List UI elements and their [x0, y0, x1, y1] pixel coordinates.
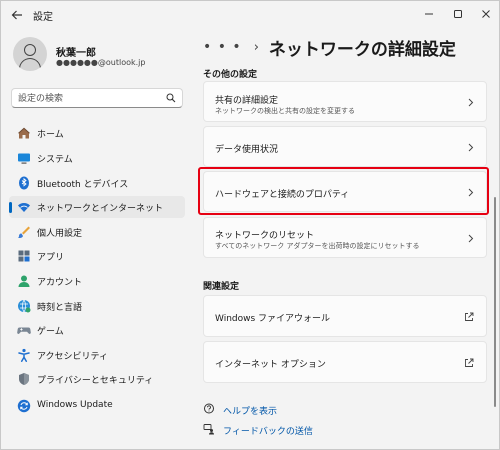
- section-title-other: その他の設定: [203, 70, 258, 80]
- sidebar-item-home[interactable]: ホーム: [9, 122, 185, 144]
- title-bar: 設定: [1, 1, 500, 29]
- avatar[interactable]: [13, 37, 47, 71]
- chevron-right-icon: [468, 188, 474, 197]
- internet-options-card[interactable]: インターネット オプション: [203, 341, 487, 383]
- card-subtitle: ネットワークの検出と共有の設定を変更する: [215, 107, 355, 115]
- sidebar-item-label: ネットワークとインターネット: [37, 204, 164, 214]
- external-link-icon: [465, 312, 474, 321]
- account-icon: [18, 275, 30, 287]
- maximize-button[interactable]: [447, 5, 469, 23]
- advanced-sharing-card[interactable]: 共有の詳細設定 ネットワークの検出と共有の設定を変更する: [203, 81, 487, 122]
- sidebar-item-label: システム: [37, 155, 73, 165]
- system-icon: [18, 153, 30, 164]
- help-link-label[interactable]: ヘルプを表示: [223, 404, 277, 417]
- sidebar-item-time-language[interactable]: 時刻と言語: [9, 295, 185, 317]
- brush-icon: [18, 226, 30, 239]
- sidebar-item-windows-update[interactable]: Windows Update: [9, 395, 185, 417]
- sidebar-item-label: アプリ: [37, 253, 65, 263]
- breadcrumb-more-button[interactable]: • • •: [203, 39, 242, 55]
- home-icon: [18, 127, 30, 139]
- back-arrow-icon: [11, 10, 22, 20]
- data-usage-card[interactable]: データ使用状況: [203, 126, 487, 167]
- search-box[interactable]: [11, 88, 183, 108]
- feedback-icon: [203, 424, 214, 435]
- sidebar-item-privacy-security[interactable]: プライバシーとセキュリティ: [9, 368, 185, 390]
- page-title: ネットワークの詳細設定: [268, 39, 456, 60]
- network-reset-card[interactable]: ネットワークのリセット すべてのネットワーク アダプターを出荷時の設定にリセット…: [203, 217, 487, 258]
- time-language-icon: [18, 299, 31, 313]
- search-icon: [166, 93, 176, 103]
- sidebar-item-label: 時刻と言語: [37, 303, 83, 313]
- sidebar-item-gaming[interactable]: ゲーム: [9, 319, 185, 341]
- accessibility-icon: [18, 348, 30, 362]
- external-link-icon: [465, 358, 474, 367]
- minimize-icon: [425, 13, 433, 15]
- sidebar-item-label: プライバシーとセキュリティ: [37, 376, 154, 386]
- sidebar-item-personalization[interactable]: 個人用設定: [9, 221, 185, 243]
- sidebar-item-label: アクセシビリティ: [37, 352, 109, 362]
- sidebar-item-label: 個人用設定: [37, 229, 83, 239]
- scrollbar[interactable]: [494, 197, 496, 407]
- card-title: ハードウェアと接続のプロパティ: [215, 190, 350, 200]
- sidebar-item-network[interactable]: ネットワークとインターネット: [9, 196, 185, 218]
- window-title: 設定: [33, 12, 53, 23]
- minimize-button[interactable]: [418, 5, 440, 23]
- shield-icon: [19, 373, 29, 385]
- close-icon: [482, 10, 490, 18]
- selection-indicator: [9, 202, 12, 213]
- card-subtitle: すべてのネットワーク アダプターを出荷時の設定にリセットする: [215, 242, 420, 250]
- apps-icon: [18, 250, 30, 262]
- card-title: 共有の詳細設定: [215, 96, 279, 106]
- card-title: データ使用状況: [215, 145, 279, 155]
- maximize-icon: [454, 10, 462, 18]
- sidebar-item-label: Windows Update: [37, 400, 113, 410]
- sidebar-item-label: Bluetooth とデバイス: [37, 180, 129, 190]
- windows-firewall-card[interactable]: Windows ファイアウォール: [203, 295, 487, 337]
- feedback-link-label[interactable]: フィードバックの送信: [223, 424, 313, 437]
- sidebar-item-accessibility[interactable]: アクセシビリティ: [9, 344, 185, 366]
- close-button[interactable]: [475, 5, 497, 23]
- sidebar-item-label: アカウント: [37, 278, 83, 288]
- card-title: インターネット オプション: [215, 360, 326, 370]
- sidebar-item-bluetooth[interactable]: Bluetooth とデバイス: [9, 172, 185, 194]
- card-title: ネットワークのリセット: [215, 231, 315, 241]
- sidebar-item-label: ゲーム: [37, 327, 64, 337]
- sidebar-item-apps[interactable]: アプリ: [9, 245, 185, 267]
- profile-email: ●●●●●●@outlook.jp: [56, 58, 146, 67]
- search-input[interactable]: [18, 92, 158, 105]
- profile-name: 秋葉一郎: [56, 48, 96, 59]
- chevron-right-icon: [468, 143, 474, 152]
- hardware-connection-properties-card[interactable]: ハードウェアと接続のプロパティ: [203, 171, 487, 212]
- sidebar-item-label: ホーム: [37, 130, 64, 140]
- chevron-right-icon: [468, 98, 474, 107]
- bluetooth-icon: [19, 176, 29, 190]
- avatar-head-icon: [24, 44, 36, 56]
- section-title-related: 関連設定: [203, 282, 240, 292]
- card-title: Windows ファイアウォール: [215, 314, 331, 324]
- network-icon: [18, 203, 30, 212]
- gamepad-icon: [17, 327, 31, 334]
- help-icon: [204, 403, 214, 414]
- back-button[interactable]: [9, 7, 25, 23]
- sidebar-item-system[interactable]: システム: [9, 147, 185, 169]
- avatar-body-icon: [19, 58, 41, 71]
- windows-update-icon: [17, 399, 31, 413]
- breadcrumb: • • • › ネットワークの詳細設定: [203, 35, 456, 60]
- settings-window: 設定 秋葉一郎 ●●●●●●@outlook.jp ホーム システム Bluet…: [0, 0, 500, 450]
- sidebar-item-accounts[interactable]: アカウント: [9, 270, 185, 292]
- breadcrumb-separator: ›: [253, 39, 259, 55]
- chevron-right-icon: [468, 234, 474, 243]
